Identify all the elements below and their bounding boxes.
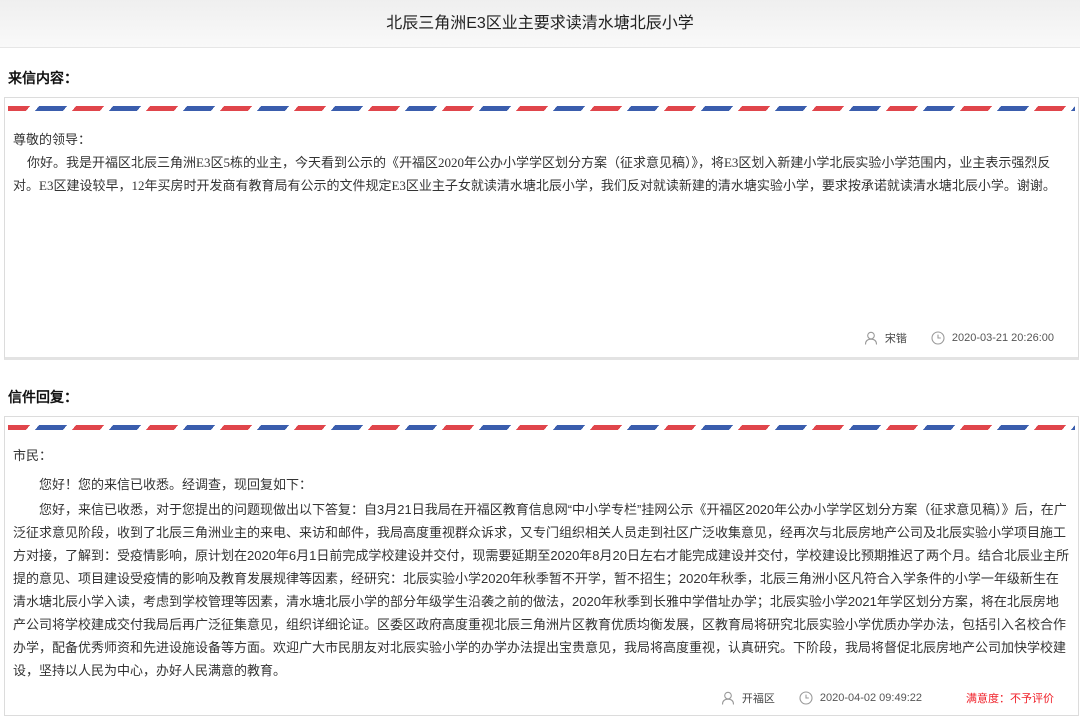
reply-time-text: 2020-04-02 09:49:22 [819, 692, 922, 704]
letter-salutation: 尊敬的领导： [13, 132, 92, 147]
reply-box: 市民： 您好！您的来信已收悉。经调查，现回复如下： 您好，来信已收悉，对于您提出… [4, 416, 1079, 716]
reply-greeting: 您好！您的来信已收悉。经调查，现回复如下： [39, 477, 313, 492]
letter-body: 你好。我是开福区北辰三角洲E3区5栋的业主，今天看到公示的《开福区2020年公办… [13, 155, 1056, 193]
letter-section-label: 来信内容： [8, 70, 78, 86]
clock-icon [799, 691, 813, 705]
person-icon [721, 691, 735, 705]
reply-salutation: 市民： [13, 448, 53, 463]
reply-time: 2020-04-02 09:49:22 [799, 691, 922, 705]
reply-footer: 开福区 2020-04-02 09:49:22 满意度：不予评价 [721, 688, 1054, 708]
reply-body: 您好，来信已收悉，对于您提出的问题现做出以下答复：自3月21日我局在开福区教育信… [13, 502, 1069, 678]
letter-box: 尊敬的领导： 你好。我是开福区北辰三角洲E3区5栋的业主，今天看到公示的《开福区… [4, 97, 1079, 360]
letter-author-name: 宋锴 [884, 333, 907, 345]
reply-content: 市民： 您好！您的来信已收悉。经调查，现回复如下： 您好，来信已收悉，对于您提出… [13, 444, 1070, 682]
airmail-stripe-border [8, 425, 1075, 430]
letter-author: 宋锴 [864, 330, 907, 346]
reply-author-name: 开福区 [741, 693, 775, 705]
airmail-stripe-border [8, 106, 1075, 111]
clock-icon [931, 331, 945, 345]
reply-section-label: 信件回复： [8, 389, 78, 405]
reply-author: 开福区 [721, 690, 775, 706]
letter-time-text: 2020-03-21 20:26:00 [951, 332, 1054, 344]
letter-footer: 宋锴 2020-03-21 20:26:00 [864, 328, 1054, 348]
letter-content: 尊敬的领导： 你好。我是开福区北辰三角洲E3区5栋的业主，今天看到公示的《开福区… [13, 128, 1070, 197]
page-title: 北辰三角洲E3区业主要求读清水塘北辰小学 [386, 15, 694, 32]
satisfaction-rating: 满意度：不予评价 [966, 693, 1054, 705]
page-header: 北辰三角洲E3区业主要求读清水塘北辰小学 [0, 0, 1080, 48]
letter-time: 2020-03-21 20:26:00 [931, 331, 1054, 345]
person-icon [864, 331, 878, 345]
